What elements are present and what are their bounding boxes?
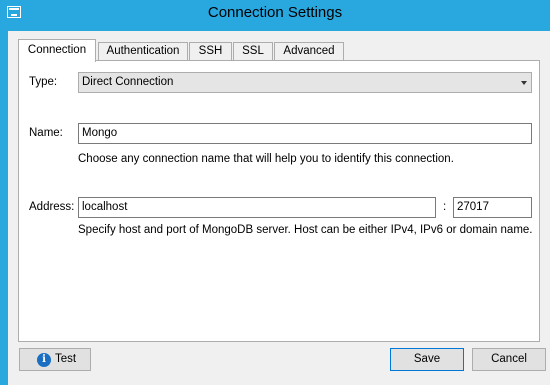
address-hint: Specify host and port of MongoDB server.… (78, 224, 533, 236)
connection-type-select[interactable]: Direct Connection (78, 72, 532, 93)
address-label: Address: (29, 201, 75, 213)
name-label: Name: (29, 127, 63, 139)
cancel-button[interactable]: Cancel (472, 348, 546, 371)
name-hint: Choose any connection name that will hel… (78, 153, 454, 165)
tab-ssh[interactable]: SSH (189, 42, 232, 61)
tab-connection[interactable]: Connection (18, 39, 96, 62)
close-button[interactable] (522, 0, 550, 20)
type-label: Type: (29, 76, 58, 88)
connection-settings-window: Connection Settings Connection Authentic… (0, 0, 550, 385)
test-button[interactable]: i Test (19, 348, 91, 371)
dropdown-arrow-icon (521, 81, 527, 85)
port-input[interactable]: 27017 (453, 197, 532, 218)
tab-authentication[interactable]: Authentication (98, 42, 188, 61)
connection-tab-panel: Type: Direct Connection Name: Mongo Choo… (18, 60, 540, 342)
test-label: Test (55, 353, 77, 365)
connection-type-value: Direct Connection (82, 76, 174, 88)
port-separator: : (443, 201, 447, 213)
connection-name-input[interactable]: Mongo (78, 123, 532, 144)
host-input[interactable]: localhost (78, 197, 436, 218)
window-title: Connection Settings (207, 4, 343, 21)
tab-ssl[interactable]: SSL (233, 42, 273, 61)
info-icon: i (37, 353, 51, 367)
tab-advanced[interactable]: Advanced (274, 42, 344, 61)
dialog-body: Connection Authentication SSH SSL Advanc… (8, 31, 550, 385)
title-bar[interactable]: Connection Settings (0, 0, 550, 28)
save-button[interactable]: Save (390, 348, 464, 371)
